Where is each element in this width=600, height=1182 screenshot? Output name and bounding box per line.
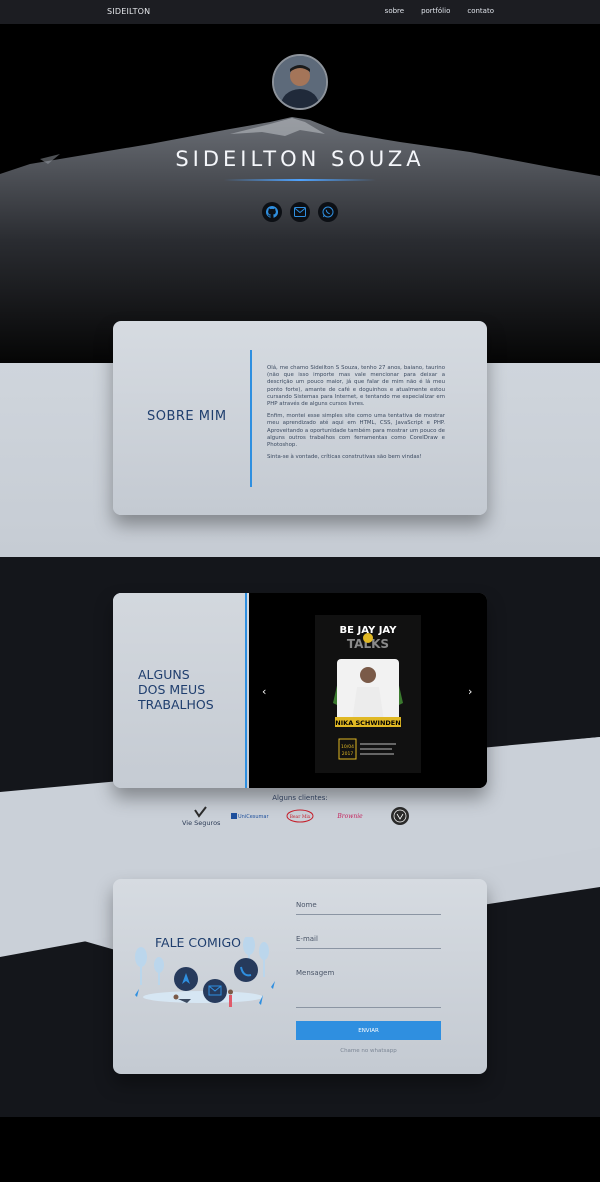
- svg-text:Bear Mix: Bear Mix: [290, 814, 311, 820]
- about-divider: [250, 350, 252, 487]
- carousel-next-button[interactable]: ›: [468, 685, 472, 698]
- hero-name: SIDEILTON SOUZA: [175, 147, 425, 171]
- client-logo-vie-seguros: Vie Seguros: [182, 806, 221, 827]
- about-paragraph: Olá, me chamo Sideilton S Souza, tenho 2…: [267, 365, 445, 408]
- about-paragraph: Sinta-se à vontade, críticas construtiva…: [267, 454, 422, 461]
- name-field[interactable]: Nome: [296, 901, 441, 915]
- client-logo-unicesumar: UniCesumar: [231, 813, 269, 820]
- client-logos: Vie Seguros UniCesumar Bear Mix Brownie: [182, 806, 409, 827]
- slide-date-year: 2017: [342, 751, 354, 757]
- about-card: SOBRE MIM Olá, me chamo Sideilton S Souz…: [113, 321, 487, 515]
- nav-link-contato[interactable]: contato: [467, 7, 494, 15]
- nav-link-sobre[interactable]: sobre: [385, 7, 404, 15]
- message-field[interactable]: Mensagem: [296, 969, 441, 1008]
- svg-text:UniCesumar: UniCesumar: [238, 814, 269, 820]
- client-logo-seal: [391, 807, 409, 825]
- mail-icon[interactable]: [290, 202, 310, 222]
- works-carousel: BE JAY JAY TALKS NIKA SCHWINDEN 10/04 20…: [249, 593, 487, 788]
- send-button[interactable]: ENVIAR: [296, 1021, 441, 1040]
- slide-date-day: 10/04: [341, 744, 354, 750]
- clients-label: Alguns clientes:: [272, 794, 328, 802]
- about-text: Olá, me chamo Sideilton S Souza, tenho 2…: [267, 365, 445, 466]
- about-paragraph: Enfim, montei esse simples site como uma…: [267, 413, 445, 449]
- client-logo-brownie: Brownie: [336, 813, 363, 820]
- work-slide-image: BE JAY JAY TALKS NIKA SCHWINDEN 10/04 20…: [249, 593, 487, 788]
- footer-band: [0, 1117, 600, 1182]
- hero-underline: [224, 179, 376, 181]
- nav-link-portfolio[interactable]: portfólio: [421, 7, 450, 15]
- avatar-photo: [274, 56, 326, 108]
- whatsapp-link[interactable]: Chame no whatsapp: [296, 1048, 441, 1054]
- contact-card: FALE COMIGO Nome E-mail Mensagem ENVIAR …: [113, 879, 487, 1074]
- brand-logo[interactable]: SIDEILTON: [107, 7, 150, 16]
- contact-illustration: [135, 937, 275, 1007]
- carousel-prev-button[interactable]: ‹: [262, 685, 266, 698]
- works-heading-panel: ALGUNS DOS MEUS TRABALHOS: [113, 593, 247, 788]
- svg-text:Vie Seguros: Vie Seguros: [182, 819, 221, 827]
- nav-menu: sobre portfólio contato: [368, 7, 494, 15]
- client-logo-bear-mix: Bear Mix: [286, 809, 314, 823]
- email-field[interactable]: E-mail: [296, 935, 441, 949]
- whatsapp-icon[interactable]: [318, 202, 338, 222]
- works-card: ALGUNS DOS MEUS TRABALHOS BE JAY JAY TAL…: [113, 593, 487, 788]
- works-title: ALGUNS DOS MEUS TRABALHOS: [138, 667, 214, 712]
- social-links: [262, 202, 338, 222]
- slide-person-text: NIKA SCHWINDEN: [335, 719, 400, 727]
- hero-section: SIDEILTON SOUZA: [0, 24, 600, 364]
- about-title: SOBRE MIM: [147, 409, 227, 424]
- top-navbar: SIDEILTON sobre portfólio contato: [0, 0, 600, 24]
- avatar: [272, 54, 328, 110]
- github-icon[interactable]: [262, 202, 282, 222]
- svg-text:Brownie: Brownie: [336, 813, 363, 820]
